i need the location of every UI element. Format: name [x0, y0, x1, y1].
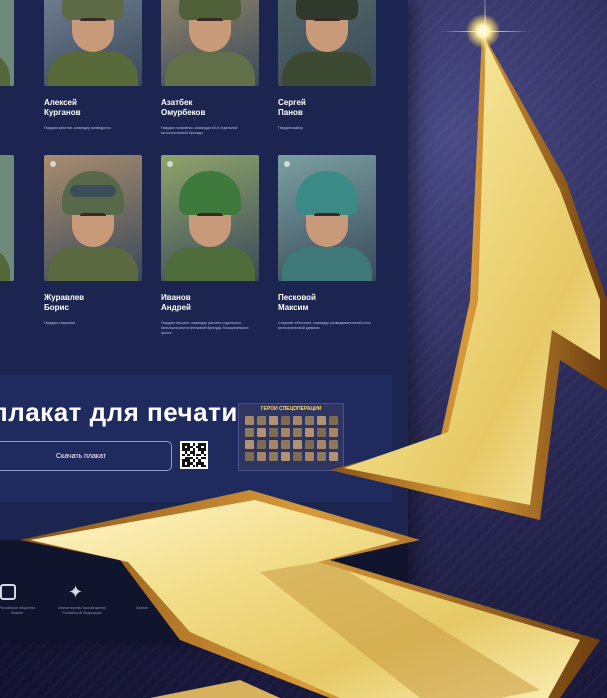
hero-description: Гвардии сержант, командир расчета отдель…: [161, 321, 249, 335]
hero-portrait: [44, 155, 142, 281]
website-page-mockup: Алексей Курганов Гвардии капитан, командир…: [0, 0, 408, 640]
hero-description: Гвардии капитан, командир разведроты: [44, 126, 111, 130]
hero-name-line2: Панов: [278, 108, 303, 117]
qr-code[interactable]: [180, 441, 208, 469]
ministry-emblem-icon[interactable]: ✦: [68, 582, 83, 603]
hero-name: Сергей Панов: [278, 98, 376, 118]
hero-name: Песковой Максим: [278, 293, 376, 313]
hero-card[interactable]: Сергей Панов Гвардии майор: [278, 0, 376, 131]
hero-portrait: [278, 155, 376, 281]
flare-ray-vertical: [484, 0, 486, 79]
hero-card[interactable]: Журавлев Борис Гвардии старшина: [44, 155, 142, 326]
hero-description: Гвардии майор: [278, 126, 304, 130]
hero-name-line1: Песковой: [278, 293, 316, 302]
hero-portrait: [161, 155, 259, 281]
hero-name: Иванов Андрей: [161, 293, 259, 313]
poster-thumbnail[interactable]: ГЕРОИ СПЕЦОПЕРАЦИИ: [238, 403, 344, 471]
hero-name-line2: Максим: [278, 303, 309, 312]
hero-name-line2: Борис: [44, 303, 69, 312]
hero-name-line1: Сергей: [278, 98, 306, 107]
hero-card[interactable]: Иванов Андрей Гвардии сержант, командир ра…: [161, 155, 259, 336]
hero-card[interactable]: Азатбек Омурбеков Гвардии полковник, коман…: [161, 0, 259, 136]
hero-name-line2: Омурбеков: [161, 108, 206, 117]
hero-name: Журавлев Борис: [44, 293, 142, 313]
print-poster-panel: плакат для печати Скачать плакат ГЕРОИ С…: [0, 375, 392, 502]
hero-description: Гвардии полковник, командир 64-й отдельн…: [161, 126, 238, 135]
hero-description: Старший лейтенант, командир разведывател…: [278, 321, 371, 330]
hero-name-line1: Азатбек: [161, 98, 193, 107]
hero-portrait: [161, 0, 259, 86]
poster-heading: ГЕРОИ СПЕЦОПЕРАЦИИ: [260, 406, 322, 412]
hero-name-line1: Журавлев: [44, 293, 85, 302]
footer-org-1: Российское общество Знание: [0, 606, 36, 615]
footer-org-2: Министерство просвещения Российской Феде…: [58, 606, 106, 615]
hero-name: Алексей Курганов: [44, 98, 142, 118]
hero-portrait: [278, 0, 376, 86]
site-footer: Российское общество Знание ✦ Министерств…: [0, 540, 408, 640]
hero-name-line1: Алексей: [44, 98, 77, 107]
hero-description: Гвардии старшина: [44, 321, 75, 325]
download-poster-button[interactable]: Скачать плакат: [0, 441, 172, 471]
hero-card-partial[interactable]: [0, 155, 14, 281]
print-title: плакат для печати: [0, 397, 238, 427]
hero-portrait: [0, 0, 14, 86]
hero-name: Азатбек Омурбеков: [161, 98, 259, 118]
hero-card[interactable]: Песковой Максим Старший лейтенант, команди…: [278, 155, 376, 331]
hero-card-partial[interactable]: [0, 0, 14, 86]
hero-name-line2: Андрей: [161, 303, 191, 312]
hero-card[interactable]: Алексей Курганов Гвардии капитан, командир…: [44, 0, 142, 131]
hero-name-line1: Иванов: [161, 293, 191, 302]
hero-portrait: [0, 155, 14, 281]
znanie-logo-icon[interactable]: [0, 584, 16, 600]
hero-name-line2: Курганов: [44, 108, 81, 117]
hero-portrait: [44, 0, 142, 86]
footer-org-3: Знание: [135, 606, 149, 610]
